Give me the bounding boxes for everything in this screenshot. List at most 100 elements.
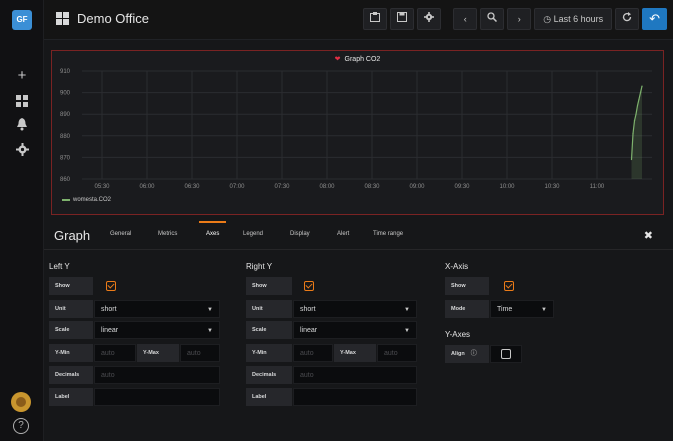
data-point	[641, 85, 643, 87]
right-y-label-input[interactable]	[293, 388, 417, 406]
tab-axes[interactable]: Axes	[198, 221, 227, 237]
x-axis-title: X-Axis	[445, 262, 469, 271]
right-y-title: Right Y	[246, 262, 273, 271]
zoom-out-button[interactable]	[480, 8, 505, 30]
left-y-unit-select[interactable]: short ▼	[94, 300, 220, 318]
right-y-decimals-input[interactable]: auto	[293, 366, 417, 384]
save-dashboard-button[interactable]	[390, 8, 415, 30]
right-y-show-label: Show	[246, 277, 292, 295]
right-y-ymin-input[interactable]: auto	[293, 344, 333, 362]
chart-legend[interactable]: womesta.CO2	[62, 197, 111, 203]
left-y-unit-label: Unit	[49, 300, 93, 318]
y-axes-align-field	[490, 345, 522, 363]
x-tick-label: 09:00	[409, 184, 425, 190]
top-navbar: Demo Office ‹ › ◷ Last 6 hours ↶	[44, 0, 673, 40]
help-icon[interactable]: ?	[13, 418, 29, 434]
dashboards-icon[interactable]	[12, 93, 32, 113]
y-tick-label: 870	[60, 155, 71, 161]
x-axis-mode-value: Time	[497, 306, 513, 313]
x-tick-label: 10:30	[544, 184, 560, 190]
grafana-logo[interactable]: GF	[12, 10, 32, 30]
tab-legend[interactable]: Legend	[243, 231, 263, 237]
settings-button[interactable]	[417, 8, 442, 30]
left-y-scale-value: linear	[101, 327, 119, 334]
editor-tabbar: Graph General Metrics Axes Legend Displa…	[44, 220, 673, 250]
time-range-picker[interactable]: ◷ Last 6 hours	[534, 8, 613, 30]
x-tick-label: 08:30	[364, 184, 380, 190]
plus-icon[interactable]: +	[12, 66, 32, 86]
y-axes-align-label: Align ⓘ	[445, 345, 489, 363]
y-axes-align-text: Align	[451, 351, 465, 357]
graph-panel[interactable]: ❤ Graph CO2 910 900 890 880 870 860 05:30 06:00 0…	[51, 50, 664, 215]
chart-plot-area[interactable]: 910 900 890 880 870 860 05:30 06:00 06:30 07:00 07…	[52, 51, 663, 214]
add-panel-button[interactable]	[363, 8, 388, 30]
tab-alert[interactable]: Alert	[337, 231, 349, 237]
side-menu: GF + ?	[0, 0, 44, 441]
right-y-ymax-label: Y-Max	[334, 344, 376, 362]
x-axis-mode-select[interactable]: Time ▼	[490, 300, 554, 318]
y-axes-title: Y-Axes	[445, 330, 471, 339]
dashboard-title: Demo Office	[77, 11, 150, 26]
close-icon[interactable]: ✖	[644, 229, 653, 242]
left-y-label-label: Label	[49, 388, 93, 406]
left-y-ymin-label: Y-Min	[49, 344, 93, 362]
right-y-decimals-label: Decimals	[246, 366, 292, 384]
right-y-unit-value: short	[300, 306, 316, 313]
tab-time-range[interactable]: Time range	[373, 231, 403, 237]
data-point	[635, 113, 637, 115]
time-forward-button[interactable]: ›	[507, 8, 532, 30]
bell-icon[interactable]	[12, 117, 32, 137]
app-root: GF + ? Demo Office ‹ › ◷ Last 6 hours ↶ …	[0, 0, 673, 441]
left-y-title: Left Y	[49, 262, 70, 271]
right-y-scale-select[interactable]: linear ▼	[293, 321, 417, 339]
left-y-decimals-label: Decimals	[49, 366, 93, 384]
left-y-scale-label: Scale	[49, 321, 93, 339]
refresh-button[interactable]	[615, 8, 640, 30]
dashboard-picker[interactable]: Demo Office	[56, 11, 149, 26]
left-y-decimals-input[interactable]: auto	[94, 366, 220, 384]
data-point	[636, 104, 639, 107]
caret-down-icon: ▼	[404, 328, 410, 334]
caret-down-icon: ▼	[404, 307, 410, 313]
x-tick-label: 05:30	[94, 184, 110, 190]
legend-swatch	[62, 199, 70, 201]
tab-general[interactable]: General	[110, 231, 131, 237]
y-tick-label: 860	[60, 177, 71, 183]
left-y-ymax-input[interactable]: auto	[180, 344, 220, 362]
x-tick-label: 08:00	[319, 184, 335, 190]
x-tick-label: 07:00	[229, 184, 245, 190]
left-y-label-input[interactable]	[94, 388, 220, 406]
right-y-scale-value: linear	[300, 327, 318, 334]
right-y-scale-label: Scale	[246, 321, 292, 339]
data-point	[632, 133, 634, 135]
data-point	[633, 120, 636, 122]
x-tick-label: 09:30	[454, 184, 470, 190]
navbar-buttons: ‹ › ◷ Last 6 hours ↶	[363, 8, 667, 30]
panel-editor: Graph General Metrics Axes Legend Displa…	[44, 220, 673, 441]
info-icon[interactable]: ⓘ	[471, 351, 477, 357]
x-tick-label: 10:00	[499, 184, 515, 190]
data-point	[638, 98, 640, 100]
left-y-show-checkbox[interactable]	[106, 281, 116, 291]
x-tick-label: 07:30	[274, 184, 290, 190]
left-y-ymin-input[interactable]: auto	[94, 344, 136, 362]
time-back-button[interactable]: ‹	[453, 8, 478, 30]
editor-title: Graph	[54, 228, 91, 243]
gear-icon[interactable]	[12, 142, 32, 162]
back-to-dashboard-button[interactable]: ↶	[642, 8, 667, 30]
caret-down-icon: ▼	[207, 328, 213, 334]
left-y-show-label: Show	[49, 277, 93, 295]
y-axes-align-checkbox[interactable]	[501, 349, 511, 359]
tab-display[interactable]: Display	[290, 231, 310, 237]
avatar[interactable]	[11, 392, 31, 412]
right-y-show-checkbox[interactable]	[304, 281, 314, 291]
time-range-label: Last 6 hours	[553, 14, 604, 24]
x-axis-show-checkbox[interactable]	[504, 281, 514, 291]
clock-icon: ◷	[543, 14, 552, 24]
right-y-ymax-input[interactable]: auto	[377, 344, 417, 362]
x-tick-label: 06:00	[139, 184, 155, 190]
left-y-scale-select[interactable]: linear ▼	[94, 321, 220, 339]
tab-metrics[interactable]: Metrics	[158, 231, 177, 237]
dashboard-grid-icon	[56, 12, 69, 25]
right-y-unit-select[interactable]: short ▼	[293, 300, 417, 318]
